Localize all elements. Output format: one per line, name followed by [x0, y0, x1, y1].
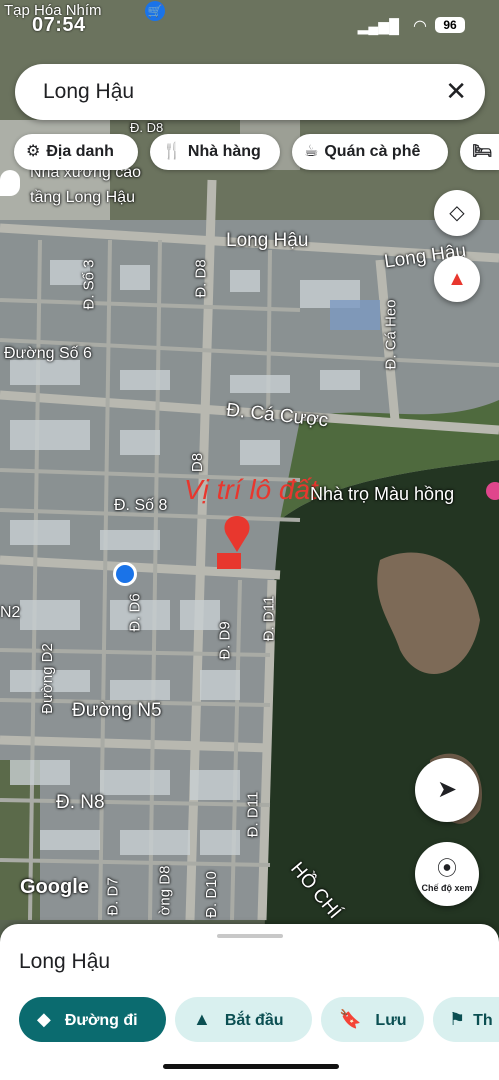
more-label: Th	[473, 1012, 493, 1029]
road-label-long-hau-1: Long Hậu	[226, 230, 309, 251]
navigation-arrow-icon: ➤	[436, 776, 458, 803]
directions-icon: ◆	[37, 1009, 51, 1029]
start-label: Bắt đầu	[224, 1012, 284, 1029]
layers-button[interactable]: ◇	[434, 190, 480, 236]
road-label-d8-mid: Đ. D8	[192, 259, 210, 298]
category-chips: ⚙ Địa danh 🍴 Nhà hàng ☕ Quán cà phê 🛏	[14, 134, 499, 172]
street-view-icon: ⦿	[437, 858, 457, 880]
chip-restaurants[interactable]: 🍴 Nhà hàng	[150, 134, 280, 170]
more-button[interactable]: ⚑ Th	[433, 997, 499, 1042]
road-label-d8-lower: ờng D8	[156, 865, 174, 916]
road-label-duong-so-6: Đường Số 6	[4, 345, 92, 362]
restaurant-icon: 🍴	[162, 143, 182, 160]
hotel-pin-icon[interactable]	[486, 482, 499, 500]
compass-button[interactable]: ▲	[434, 256, 480, 302]
google-logo: Google	[20, 876, 89, 898]
hotel-icon: 🛏	[472, 143, 493, 160]
road-label-d9: Đ. D9	[216, 621, 234, 660]
road-label-ca-heo: Đ. Cá Heo	[382, 299, 400, 370]
poi-pin-icon[interactable]	[0, 170, 20, 196]
road-label-d6: Đ. D6	[126, 593, 144, 632]
road-label-n5: Đường N5	[72, 700, 162, 721]
road-label-d8-vertical: D8	[189, 452, 207, 473]
navigation-icon: ▲	[193, 1009, 211, 1029]
place-title: Long Hậu	[19, 950, 111, 973]
drag-handle[interactable]	[217, 934, 283, 938]
poi-label-factory-line2[interactable]: tầng Long Hậu	[30, 189, 135, 207]
coffee-icon: ☕	[304, 143, 319, 160]
chip-label: Địa danh	[46, 143, 114, 160]
road-label-d7: Đ. D7	[104, 877, 122, 916]
chip-label: Quán cà phê	[324, 143, 421, 160]
save-label: Lưu	[375, 1012, 407, 1029]
search-bar[interactable]: Long Hậu ✕	[15, 64, 485, 120]
store-icon: 🛒	[145, 1, 165, 21]
status-time: 07:54	[32, 14, 86, 36]
layers-icon: ◇	[449, 202, 465, 224]
road-label-d11-lower: Đ. D11	[244, 791, 262, 838]
annotation-text: Vị trí lô đất	[184, 474, 318, 505]
road-label-so3: Đ. Số 3	[80, 259, 98, 310]
chip-coffee[interactable]: ☕ Quán cà phê	[292, 134, 448, 170]
status-bar: Tạp Hóa Nhím 🛒 07:54 ▂▄▆█ ◠ 96	[0, 0, 499, 48]
road-label-d10: Đ. D10	[202, 871, 220, 918]
chip-label: Nhà hàng	[187, 143, 261, 160]
street-view-button[interactable]: ⦿ Chế độ xem	[415, 842, 479, 906]
start-button[interactable]: ▲ Bắt đầu	[175, 997, 312, 1042]
chip-hotels[interactable]: 🛏	[460, 134, 499, 170]
road-label-n2: N2	[0, 604, 21, 621]
road-label-d11: Đ. D11	[260, 595, 278, 642]
compass-icon: ▲	[447, 268, 467, 290]
search-query[interactable]: Long Hậu	[43, 80, 134, 104]
directions-label: Đường đi	[64, 1012, 138, 1029]
road-label-d8-top: Đ. D8	[130, 120, 164, 135]
wifi-icon: ◠	[413, 18, 427, 35]
my-location-button[interactable]: ➤	[415, 758, 479, 822]
directions-button[interactable]: ◆ Đường đi	[19, 997, 166, 1042]
road-label-so8: Đ. Số 8	[114, 497, 168, 514]
flag-icon: ⚑	[449, 1009, 466, 1029]
poi-label-nha-tro[interactable]: Nhà trọ Màu hồng	[310, 484, 454, 505]
save-button[interactable]: 🔖 Lưu	[321, 997, 424, 1042]
landmark-icon: ⚙	[26, 143, 41, 160]
road-label-d2: Đường D2	[38, 643, 56, 714]
battery-icon: 96	[435, 17, 465, 33]
road-label-n8: Đ. N8	[56, 792, 105, 813]
chip-landmarks[interactable]: ⚙ Địa danh	[14, 134, 138, 170]
signal-icon: ▂▄▆█	[357, 18, 399, 34]
place-bottom-sheet[interactable]: Long Hậu ◆ Đường đi ▲ Bắt đầu 🔖 Lưu ⚑ Th	[0, 924, 499, 1080]
home-indicator[interactable]	[163, 1064, 339, 1069]
bookmark-icon: 🔖	[339, 1009, 362, 1029]
street-view-label: Chế độ xem	[421, 883, 473, 893]
close-icon[interactable]: ✕	[445, 76, 467, 107]
